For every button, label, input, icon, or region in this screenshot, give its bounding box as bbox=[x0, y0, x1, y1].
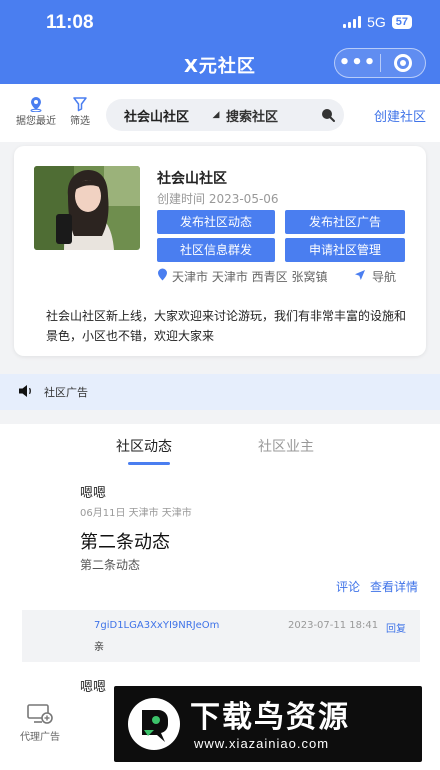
search-bar: 社会山社区 ◢ 搜索社区 bbox=[106, 99, 344, 131]
speaker-icon bbox=[18, 384, 34, 401]
signal-icon bbox=[343, 16, 362, 28]
publish-post-button[interactable]: 发布社区动态 bbox=[157, 210, 275, 234]
agent-ad-icon bbox=[0, 702, 80, 726]
comment-user: 7giD1LGA3XxYI9NRJeOm bbox=[94, 620, 220, 631]
navigate-label: 导航 bbox=[372, 269, 397, 284]
filter-icon bbox=[66, 96, 94, 112]
nav-bar: X元社区 ••• bbox=[0, 46, 440, 84]
network-label: 5G bbox=[367, 14, 386, 30]
agent-ad-button[interactable]: 代理广告 bbox=[0, 696, 80, 770]
broadcast-message-button[interactable]: 社区信息群发 bbox=[157, 238, 275, 262]
search-toolbar: 据您最近 筛选 社会山社区 ◢ 搜索社区 创建社区 bbox=[0, 84, 440, 142]
apply-admin-button[interactable]: 申请社区管理 bbox=[285, 238, 405, 262]
post-author: 嗯嗯 bbox=[80, 680, 107, 695]
active-tab-indicator bbox=[128, 462, 170, 465]
community-description: 社会山社区新上线，大家欢迎来讨论游玩，我们有非常丰富的设施和景色，小区也不错，欢… bbox=[46, 309, 407, 343]
post-title[interactable]: 第二条动态 bbox=[80, 528, 170, 554]
bird-logo-icon bbox=[126, 696, 182, 752]
search-input[interactable]: 搜索社区 bbox=[226, 106, 312, 125]
watermark-banner: 下载鸟资源 www.xiazainiao.com bbox=[114, 686, 422, 762]
location-text: 天津市 天津市 西青区 张窝镇 bbox=[172, 269, 328, 284]
create-community-link[interactable]: 创建社区 bbox=[374, 106, 426, 125]
status-time: 11:08 bbox=[46, 12, 94, 33]
created-date: 创建时间 2023-05-06 bbox=[157, 192, 279, 206]
watermark-title: 下载鸟资源 bbox=[190, 700, 350, 735]
post-body: 第二条动态 bbox=[80, 558, 141, 572]
comment-item: 7giD1LGA3XxYI9NRJeOm 2023-07-11 18:41 回复… bbox=[22, 610, 420, 662]
view-details-button[interactable]: 查看详情 bbox=[370, 578, 418, 595]
close-mini-program-icon[interactable] bbox=[381, 54, 425, 72]
more-menu-icon[interactable]: ••• bbox=[335, 49, 380, 77]
status-indicators: 5G 57 bbox=[343, 14, 412, 30]
community-select[interactable]: 社会山社区 bbox=[106, 106, 206, 125]
publish-ad-button[interactable]: 发布社区广告 bbox=[285, 210, 405, 234]
tab-community-owners[interactable]: 社区业主 bbox=[258, 436, 314, 456]
comment-text: 亲 bbox=[94, 642, 104, 653]
navigation-arrow-icon bbox=[354, 269, 366, 284]
battery-icon: 57 bbox=[391, 15, 412, 29]
caret-down-icon[interactable]: ◢ bbox=[206, 110, 226, 120]
post-actions: 评论 查看详情 bbox=[336, 578, 418, 595]
nearby-button[interactable]: 据您最近 bbox=[12, 96, 60, 127]
nearby-label: 据您最近 bbox=[16, 116, 56, 127]
post-meta: 06月11日 天津市 天津市 bbox=[80, 508, 192, 519]
community-ad-bar[interactable]: 社区广告 bbox=[0, 374, 440, 410]
agent-ad-label: 代理广告 bbox=[20, 732, 60, 743]
watermark-url: www.xiazainiao.com bbox=[194, 736, 330, 751]
location-pin-icon bbox=[157, 268, 168, 284]
mini-program-capsule: ••• bbox=[334, 48, 426, 78]
community-card: 社会山社区 创建时间 2023-05-06 发布社区动态 发布社区广告 社区信息… bbox=[14, 146, 426, 356]
location-row: 天津市 天津市 西青区 张窝镇 导航 bbox=[157, 268, 407, 284]
community-name: 社会山社区 bbox=[157, 171, 227, 187]
comment-time: 2023-07-11 18:41 bbox=[288, 620, 379, 631]
post-author: 嗯嗯 bbox=[80, 486, 107, 501]
reply-button[interactable]: 回复 bbox=[386, 620, 406, 635]
community-avatar bbox=[34, 166, 140, 250]
navigate-button[interactable]: 导航 bbox=[354, 268, 396, 285]
filter-button[interactable]: 筛选 bbox=[66, 96, 94, 127]
ad-bar-label: 社区广告 bbox=[44, 386, 88, 399]
search-icon[interactable] bbox=[312, 107, 344, 123]
status-bar: 11:08 5G 57 bbox=[0, 0, 440, 46]
comment-button[interactable]: 评论 bbox=[336, 578, 360, 595]
location-pin-icon bbox=[12, 96, 60, 112]
filter-label: 筛选 bbox=[70, 116, 90, 127]
tab-community-posts[interactable]: 社区动态 bbox=[116, 436, 172, 456]
